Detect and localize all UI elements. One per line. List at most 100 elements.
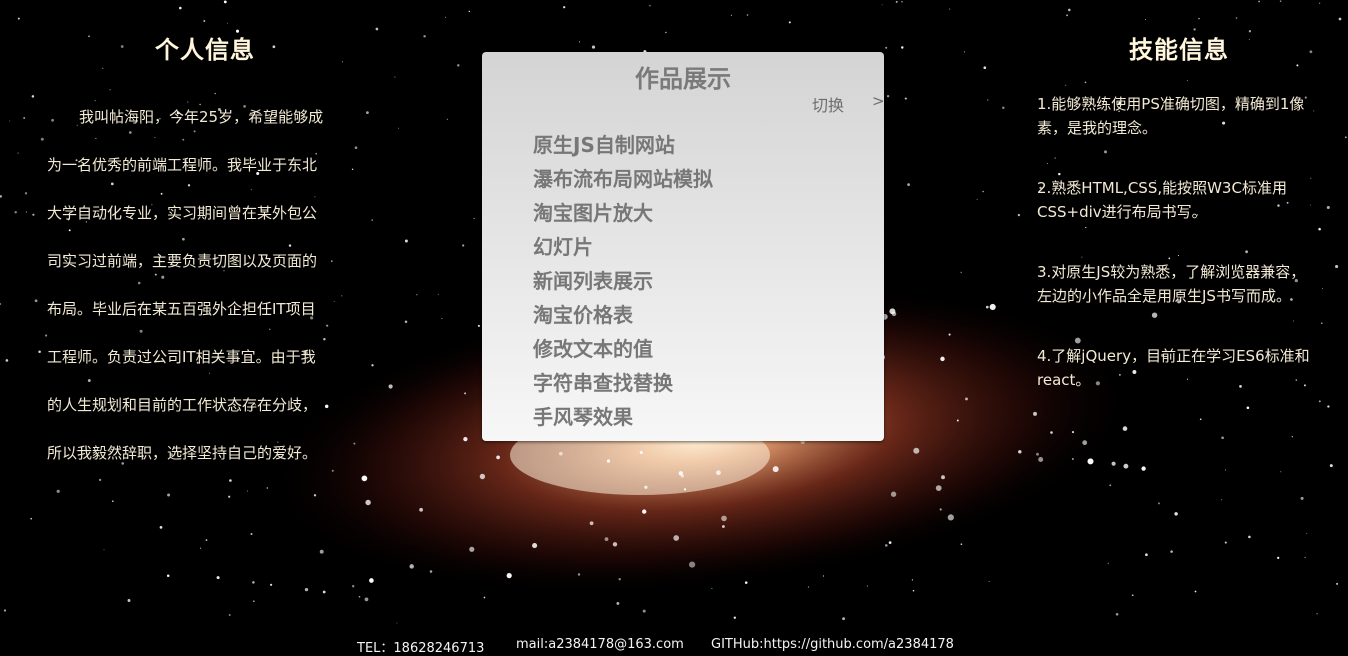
star bbox=[272, 45, 276, 49]
skill-item: 1.能够熟练使用PS准确切图，精确到1像素，是我的理念。 bbox=[1037, 95, 1305, 137]
star bbox=[884, 544, 888, 547]
works-item[interactable]: 淘宝图片放大 bbox=[533, 196, 713, 230]
star bbox=[1186, 80, 1188, 82]
star bbox=[881, 4, 883, 6]
star bbox=[479, 473, 486, 480]
star bbox=[1279, 0, 1282, 2]
star bbox=[56, 489, 60, 493]
star bbox=[103, 549, 105, 551]
star bbox=[205, 539, 208, 542]
star bbox=[333, 300, 335, 302]
works-item[interactable]: 淘宝价格表 bbox=[533, 298, 713, 332]
works-heading: 作品展示 bbox=[635, 65, 731, 93]
star bbox=[1306, 532, 1308, 534]
star bbox=[34, 299, 38, 303]
star bbox=[1319, 2, 1321, 4]
star bbox=[322, 590, 326, 594]
star bbox=[371, 219, 373, 221]
star bbox=[469, 546, 475, 552]
star bbox=[591, 45, 596, 49]
footer-mail[interactable]: mail:a2384178@163.com bbox=[516, 637, 684, 652]
star bbox=[429, 570, 433, 573]
star bbox=[1145, 553, 1148, 557]
chevron-right-icon[interactable]: > bbox=[872, 92, 885, 110]
star bbox=[964, 51, 965, 53]
star bbox=[1258, 0, 1260, 3]
star bbox=[1050, 431, 1053, 434]
star bbox=[983, 66, 987, 70]
star bbox=[940, 356, 945, 362]
star bbox=[960, 271, 962, 274]
star bbox=[1280, 471, 1282, 473]
star bbox=[890, 491, 897, 497]
star bbox=[730, 14, 732, 16]
star bbox=[1194, 590, 1197, 593]
star bbox=[716, 470, 721, 476]
star bbox=[1329, 464, 1333, 468]
works-item[interactable]: 原生JS自制网站 bbox=[533, 128, 713, 162]
star bbox=[1141, 466, 1146, 471]
works-panel: 作品展示 切换 > 原生JS自制网站 瀑布流布局网站模拟 淘宝图片放大 幻灯片 … bbox=[482, 52, 885, 441]
star bbox=[388, 384, 393, 389]
works-item[interactable]: 手风琴效果 bbox=[533, 400, 713, 434]
star bbox=[559, 451, 563, 456]
star bbox=[616, 601, 620, 605]
star bbox=[1291, 436, 1293, 438]
works-item[interactable]: 修改文本的值 bbox=[533, 332, 713, 366]
star bbox=[904, 97, 907, 100]
star bbox=[901, 1, 903, 3]
star bbox=[563, 6, 566, 9]
star bbox=[688, 561, 696, 568]
footer: TEL：18628246713 mail:a2384178@163.com GI… bbox=[0, 624, 1348, 656]
star bbox=[913, 447, 920, 454]
star bbox=[331, 469, 334, 472]
star bbox=[23, 117, 26, 119]
star bbox=[935, 485, 942, 491]
star bbox=[331, 260, 333, 262]
star bbox=[375, 27, 379, 31]
star bbox=[1170, 550, 1173, 553]
star bbox=[1221, 499, 1223, 501]
switch-label[interactable]: 切换 bbox=[812, 92, 844, 116]
star bbox=[642, 609, 646, 613]
star bbox=[341, 295, 343, 297]
star bbox=[409, 564, 414, 569]
star bbox=[468, 10, 471, 13]
star bbox=[948, 333, 951, 336]
star bbox=[1072, 458, 1074, 460]
star bbox=[1071, 431, 1075, 434]
star bbox=[1221, 436, 1224, 440]
star bbox=[226, 22, 228, 24]
star bbox=[365, 111, 369, 115]
star bbox=[1248, 535, 1251, 539]
star bbox=[1277, 556, 1280, 560]
star bbox=[369, 578, 374, 583]
star bbox=[895, 0, 898, 3]
star bbox=[463, 436, 468, 442]
star bbox=[462, 244, 465, 247]
star bbox=[199, 547, 202, 549]
star bbox=[1235, 17, 1238, 19]
star bbox=[228, 614, 231, 616]
star bbox=[1296, 64, 1299, 67]
star bbox=[1318, 227, 1321, 231]
star bbox=[1109, 484, 1112, 487]
footer-github-link[interactable]: GITHub:https://github.com/a2384178 bbox=[711, 637, 954, 652]
star bbox=[404, 320, 408, 323]
star bbox=[1087, 458, 1094, 465]
works-item[interactable]: 瀑布流布局网站模拟 bbox=[533, 162, 713, 196]
star bbox=[911, 579, 914, 581]
star bbox=[1111, 461, 1116, 466]
star bbox=[744, 581, 748, 584]
star bbox=[120, 45, 124, 48]
personal-info-text: 我叫帖海阳，今年25岁，希望能够成为一名优秀的前端工程师。我毕业于东北大学自动化… bbox=[47, 93, 327, 477]
star bbox=[1144, 18, 1146, 20]
star bbox=[618, 578, 621, 581]
star bbox=[1322, 287, 1323, 289]
works-item[interactable]: 字符串查找替换 bbox=[533, 366, 713, 400]
works-item[interactable]: 新闻列表展示 bbox=[533, 264, 713, 298]
star bbox=[364, 597, 369, 602]
star bbox=[886, 94, 890, 98]
star bbox=[665, 31, 667, 34]
works-item[interactable]: 幻灯片 bbox=[533, 230, 713, 264]
